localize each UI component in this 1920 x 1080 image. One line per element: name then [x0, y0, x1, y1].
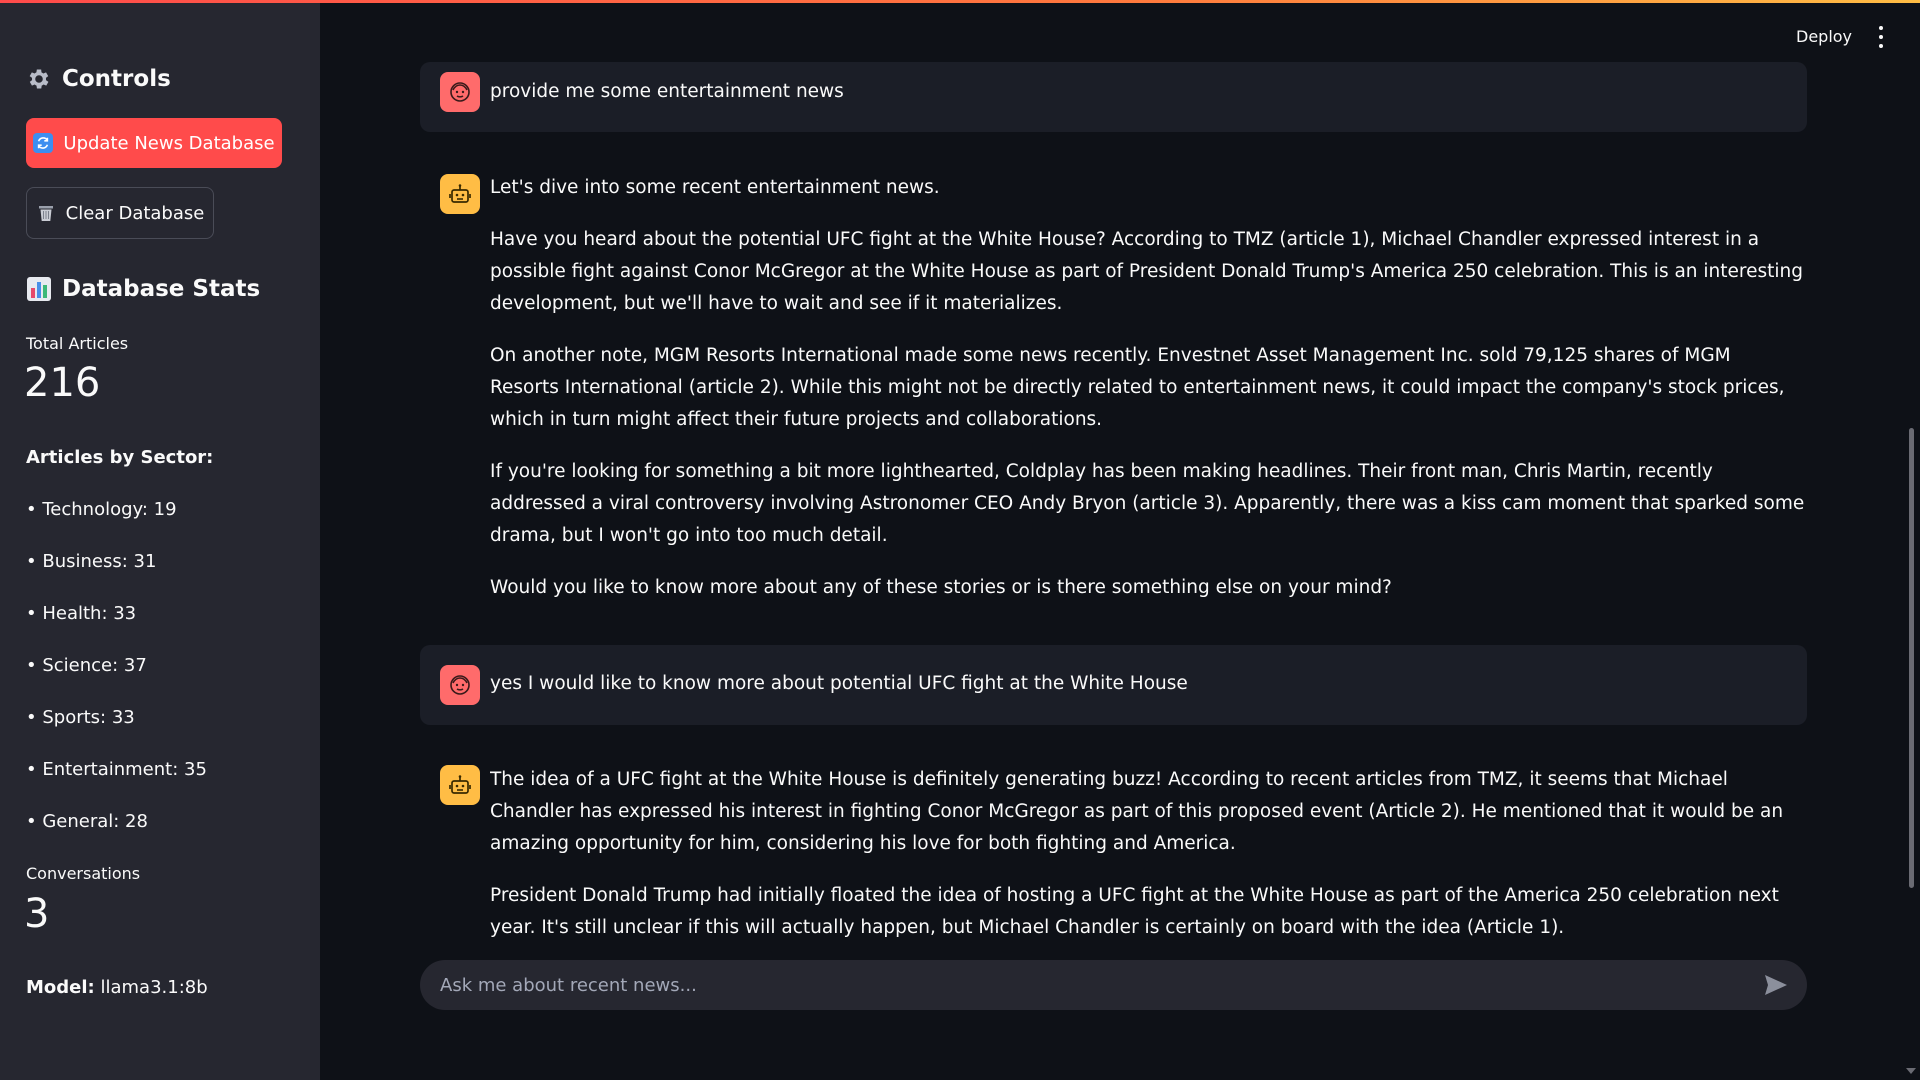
robot-icon — [440, 765, 480, 805]
user-face-icon — [440, 72, 480, 112]
scrollbar[interactable] — [1909, 428, 1914, 888]
message-paragraph: President Donald Trump had initially flo… — [490, 885, 1779, 938]
message-paragraph: If you're looking for something a bit mo… — [490, 461, 1805, 546]
user-face-icon — [440, 665, 480, 705]
send-icon[interactable] — [1763, 973, 1789, 997]
robot-icon — [440, 174, 480, 214]
chat-input-container — [420, 960, 1807, 1010]
message-paragraph: Let's dive into some recent entertainmen… — [490, 177, 940, 198]
user-message: provide me some entertainment news — [490, 76, 1805, 108]
top-decoration-bar — [0, 0, 1920, 3]
chat-area: provide me some entertainment news Let's… — [0, 0, 1920, 1080]
message-paragraph: Would you like to know more about any of… — [490, 577, 1392, 598]
assistant-message: The idea of a UFC fight at the White Hou… — [490, 764, 1805, 944]
chat-input[interactable] — [440, 960, 1740, 1010]
message-paragraph: provide me some entertainment news — [490, 81, 844, 102]
message-paragraph: The idea of a UFC fight at the White Hou… — [490, 769, 1784, 854]
assistant-message: Let's dive into some recent entertainmen… — [490, 172, 1805, 604]
message-paragraph: On another note, MGM Resorts Internation… — [490, 345, 1785, 430]
user-message: yes I would like to know more about pote… — [490, 668, 1805, 700]
message-paragraph: Have you heard about the potential UFC f… — [490, 229, 1803, 314]
scroll-down-arrow-icon[interactable] — [1906, 1068, 1916, 1074]
message-paragraph: yes I would like to know more about pote… — [490, 673, 1188, 694]
